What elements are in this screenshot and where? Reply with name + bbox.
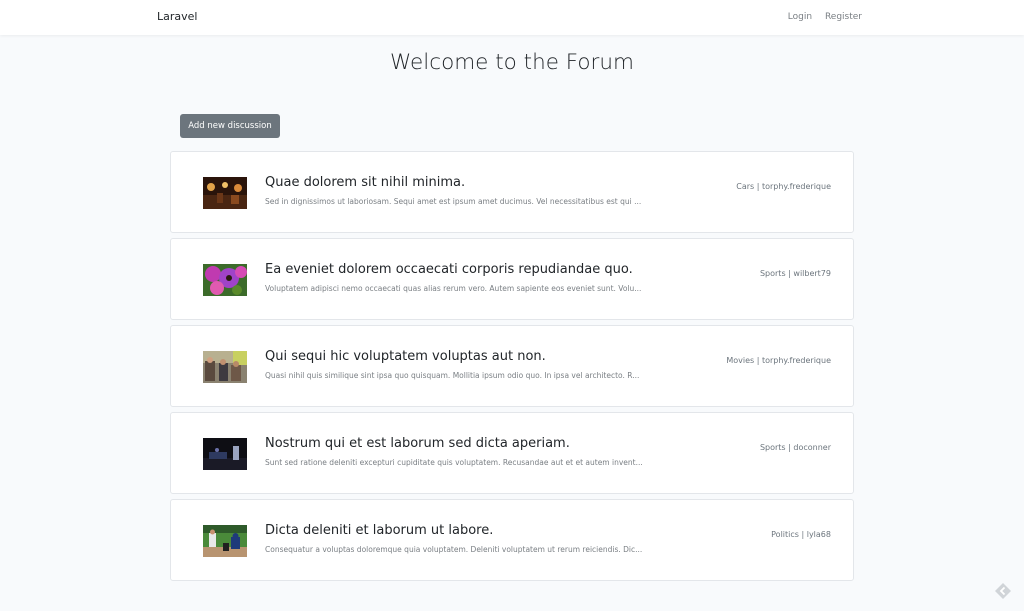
discussion-thumbnail xyxy=(203,525,247,557)
discussion-card[interactable]: Dicta deleniti et laborum ut labore. Con… xyxy=(170,499,854,581)
discussion-title[interactable]: Quae dolorem sit nihil minima. xyxy=(265,175,705,190)
discussion-thumbnail xyxy=(203,264,247,296)
navbar: Laravel Login Register xyxy=(0,0,1024,35)
discussion-meta: Movies | torphy.frederique xyxy=(726,356,831,365)
debugbar-toggle-icon[interactable] xyxy=(994,582,1012,600)
discussion-card[interactable]: Nostrum qui et est laborum sed dicta ape… xyxy=(170,412,854,494)
discussion-thumbnail xyxy=(203,438,247,470)
discussion-meta: Sports | wilbert79 xyxy=(759,269,831,278)
brand-link[interactable]: Laravel xyxy=(157,10,197,23)
discussion-title[interactable]: Qui sequi hic voluptatem voluptas aut no… xyxy=(265,349,705,364)
discussion-excerpt: Sunt sed ratione deleniti excepturi cupi… xyxy=(265,458,643,467)
discussion-meta: Cars | torphy.frederique xyxy=(736,182,831,191)
page-title: Welcome to the Forum xyxy=(390,50,634,75)
discussion-meta: Politics | lyla68 xyxy=(771,530,831,539)
discussion-title[interactable]: Ea eveniet dolorem occaecati corporis re… xyxy=(265,262,705,277)
discussion-title[interactable]: Dicta deleniti et laborum ut labore. xyxy=(265,523,705,538)
discussion-card[interactable]: Ea eveniet dolorem occaecati corporis re… xyxy=(170,238,854,320)
discussion-meta: Sports | doconner xyxy=(759,443,831,452)
discussion-thumbnail xyxy=(203,177,247,209)
discussion-list: Quae dolorem sit nihil minima. Sed in di… xyxy=(170,151,854,586)
discussion-card[interactable]: Quae dolorem sit nihil minima. Sed in di… xyxy=(170,151,854,233)
discussion-title[interactable]: Nostrum qui et est laborum sed dicta ape… xyxy=(265,436,705,451)
register-link[interactable]: Register xyxy=(825,12,862,22)
add-discussion-button[interactable]: Add new discussion xyxy=(180,114,280,138)
discussion-excerpt: Consequatur a voluptas doloremque quia v… xyxy=(265,545,643,554)
login-link[interactable]: Login xyxy=(788,12,812,22)
discussion-card[interactable]: Qui sequi hic voluptatem voluptas aut no… xyxy=(170,325,854,407)
discussion-excerpt: Sed in dignissimos ut laboriosam. Sequi … xyxy=(265,197,642,206)
nav-links: Login Register xyxy=(778,12,862,22)
discussion-thumbnail xyxy=(203,351,247,383)
discussion-excerpt: Voluptatem adipisci nemo occaecati quas … xyxy=(265,284,642,293)
discussion-excerpt: Quasi nihil quis similique sint ipsa quo… xyxy=(265,371,640,380)
